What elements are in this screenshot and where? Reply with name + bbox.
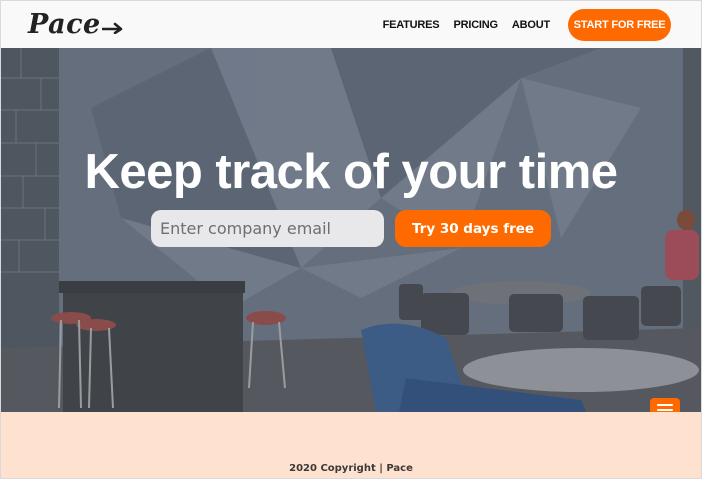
nav-about-link[interactable]: ABOUT [512,19,550,31]
hamburger-menu-icon[interactable] [650,398,680,412]
hero-section: Keep track of your time Try 30 days free [1,48,701,412]
nav-pricing-link[interactable]: PRICING [453,19,498,31]
menu-bar-top [657,404,673,406]
site-header: Pace FEATURES PRICING ABOUT START FOR FR… [1,1,701,48]
nav-features-link[interactable]: FEATURES [383,19,440,31]
site-footer: 2020 Copyright | Pace [1,412,701,478]
arrow-right-icon [101,22,123,34]
copyright-text: 2020 Copyright | Pace [289,463,413,474]
menu-bar-middle [657,409,673,411]
landing-page: Pace FEATURES PRICING ABOUT START FOR FR… [0,0,702,479]
start-for-free-button[interactable]: START FOR FREE [568,9,671,41]
main-nav: FEATURES PRICING ABOUT START FOR FREE [383,9,671,41]
brand-name: Pace [28,8,101,40]
hero-title: Keep track of your time [84,145,618,199]
company-email-input[interactable] [151,210,384,247]
brand-logo[interactable]: Pace [28,5,124,43]
try-free-button[interactable]: Try 30 days free [395,210,551,247]
